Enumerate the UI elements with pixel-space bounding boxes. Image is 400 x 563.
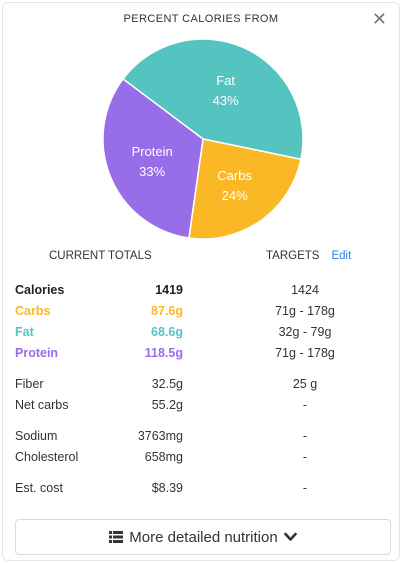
nutrient-label: Est. cost [15, 481, 63, 495]
nutrient-row: Net carbs 55.2g - [3, 398, 399, 416]
nutrient-value: 87.6g [151, 304, 183, 318]
nutrient-value: 55.2g [151, 398, 183, 412]
nutrient-row: Carbs 87.6g 71g - 178g [3, 304, 399, 322]
nutrient-row: Calories 1419 1424 [3, 283, 399, 301]
nutrient-value: 32.5g [151, 377, 183, 391]
nutrient-row: Est. cost $8.39 - [3, 481, 399, 499]
slice-percent-label: 43% [213, 93, 239, 108]
nutrient-label: Carbs [15, 304, 51, 318]
nutrient-label: Fat [15, 325, 34, 339]
nutrient-row: Fat 68.6g 32g - 79g [3, 325, 399, 343]
more-detailed-nutrition-button[interactable]: More detailed nutrition [15, 519, 391, 555]
nutrition-panel: ✕ PERCENT CALORIES FROM Fat 43% Carbs 24% Pr… [2, 2, 400, 561]
nutrient-label: Protein [15, 346, 59, 360]
nutrient-value: 658mg [144, 450, 183, 464]
nutrient-label: Sodium [15, 429, 58, 443]
slice-percent-label: 24% [222, 188, 248, 203]
nutrient-label: Cholesterol [15, 450, 79, 464]
nutrient-label: Calories [15, 283, 65, 297]
nutrient-value: $8.39 [151, 481, 183, 495]
nutrient-target: 71g - 178g [275, 346, 335, 360]
targets-heading: TARGETS Edit [266, 250, 351, 262]
targets-label: TARGETS [266, 250, 320, 262]
nutrient-row: Protein 118.5g 71g - 178g [3, 346, 399, 364]
nutrient-row: Cholesterol 658mg - [3, 450, 399, 468]
chart-title: PERCENT CALORIES FROM [123, 13, 279, 25]
current-totals-heading: CURRENT TOTALS [49, 250, 152, 262]
nutrient-label: Net carbs [15, 398, 69, 412]
nutrient-value: 68.6g [151, 325, 183, 339]
calories-pie-chart: Fat 43% Carbs 24% Protein 33% [103, 38, 303, 240]
more-detailed-nutrition-label: More detailed nutrition [129, 528, 278, 546]
nutrient-target: 1424 [291, 283, 319, 297]
nutrient-value: 3763mg [137, 429, 183, 443]
edit-targets-link[interactable]: Edit [331, 250, 351, 262]
nutrient-value: 1419 [155, 283, 183, 297]
slice-name-label: Carbs [217, 168, 252, 183]
nutrient-target: - [302, 450, 308, 464]
nutrient-target: - [302, 429, 308, 443]
nutrient-target: - [302, 398, 308, 412]
nutrient-target: 32g - 79g [278, 325, 332, 339]
nutrient-target: 25 g [292, 377, 318, 391]
list-icon [109, 531, 124, 543]
nutrient-label: Fiber [15, 377, 44, 391]
nutrient-target: - [302, 481, 308, 495]
nutrient-row: Fiber 32.5g 25 g [3, 377, 399, 395]
slice-name-label: Fat [216, 73, 235, 88]
totals-header: CURRENT TOTALS TARGETS Edit [3, 250, 399, 266]
slice-percent-label: 33% [139, 164, 165, 179]
chevron-down-icon [283, 532, 297, 541]
nutrient-row: Sodium 3763mg - [3, 429, 399, 447]
nutrient-target: 71g - 178g [275, 304, 335, 318]
slice-name-label: Protein [132, 144, 173, 159]
nutrient-value: 118.5g [144, 346, 183, 360]
